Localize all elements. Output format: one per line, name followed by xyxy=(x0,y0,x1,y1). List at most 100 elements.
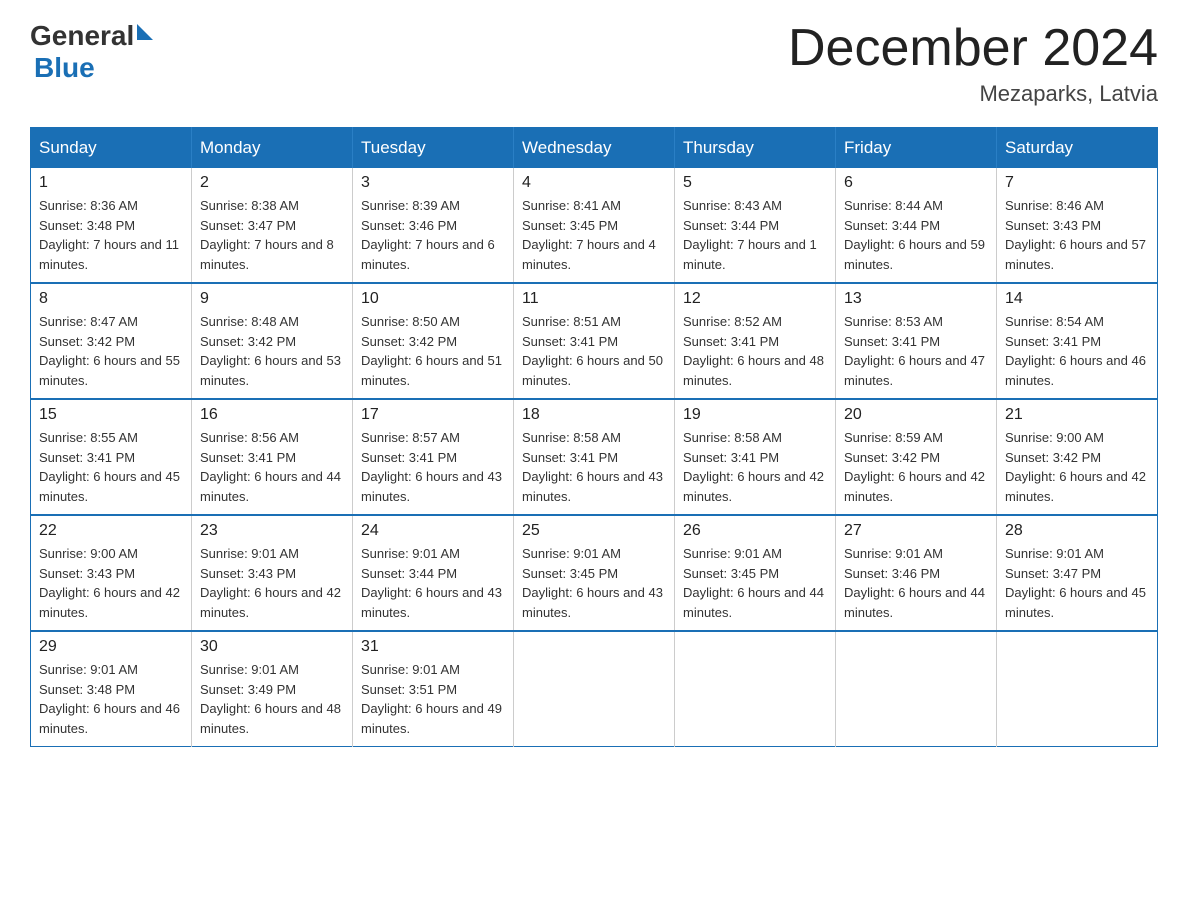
sunrise-label: Sunrise: 8:55 AM xyxy=(39,430,138,445)
daylight-label: Daylight: 6 hours and 44 minutes. xyxy=(200,469,341,504)
table-row: 24 Sunrise: 9:01 AM Sunset: 3:44 PM Dayl… xyxy=(353,515,514,631)
sunset-label: Sunset: 3:48 PM xyxy=(39,682,135,697)
sunrise-label: Sunrise: 9:01 AM xyxy=(844,546,943,561)
sunrise-label: Sunrise: 8:51 AM xyxy=(522,314,621,329)
day-number: 19 xyxy=(683,406,827,424)
col-wednesday: Wednesday xyxy=(514,128,675,169)
day-info: Sunrise: 9:00 AM Sunset: 3:43 PM Dayligh… xyxy=(39,544,183,622)
sunset-label: Sunset: 3:41 PM xyxy=(39,450,135,465)
table-row: 14 Sunrise: 8:54 AM Sunset: 3:41 PM Dayl… xyxy=(997,283,1158,399)
day-number: 5 xyxy=(683,174,827,192)
day-info: Sunrise: 8:50 AM Sunset: 3:42 PM Dayligh… xyxy=(361,312,505,390)
sunset-label: Sunset: 3:41 PM xyxy=(683,334,779,349)
sunset-label: Sunset: 3:41 PM xyxy=(844,334,940,349)
calendar-table: Sunday Monday Tuesday Wednesday Thursday… xyxy=(30,127,1158,747)
day-number: 28 xyxy=(1005,522,1149,540)
day-number: 10 xyxy=(361,290,505,308)
daylight-label: Daylight: 6 hours and 50 minutes. xyxy=(522,353,663,388)
sunset-label: Sunset: 3:42 PM xyxy=(844,450,940,465)
sunset-label: Sunset: 3:47 PM xyxy=(1005,566,1101,581)
sunrise-label: Sunrise: 8:52 AM xyxy=(683,314,782,329)
title-area: December 2024 Mezaparks, Latvia xyxy=(788,20,1158,107)
sunset-label: Sunset: 3:41 PM xyxy=(361,450,457,465)
sunset-label: Sunset: 3:43 PM xyxy=(39,566,135,581)
sunset-label: Sunset: 3:43 PM xyxy=(1005,218,1101,233)
table-row: 22 Sunrise: 9:00 AM Sunset: 3:43 PM Dayl… xyxy=(31,515,192,631)
sunset-label: Sunset: 3:41 PM xyxy=(1005,334,1101,349)
table-row: 1 Sunrise: 8:36 AM Sunset: 3:48 PM Dayli… xyxy=(31,168,192,283)
sunrise-label: Sunrise: 8:53 AM xyxy=(844,314,943,329)
sunrise-label: Sunrise: 8:58 AM xyxy=(683,430,782,445)
day-number: 12 xyxy=(683,290,827,308)
day-info: Sunrise: 8:38 AM Sunset: 3:47 PM Dayligh… xyxy=(200,196,344,274)
table-row: 30 Sunrise: 9:01 AM Sunset: 3:49 PM Dayl… xyxy=(192,631,353,747)
day-info: Sunrise: 8:47 AM Sunset: 3:42 PM Dayligh… xyxy=(39,312,183,390)
daylight-label: Daylight: 7 hours and 8 minutes. xyxy=(200,237,334,272)
day-info: Sunrise: 9:01 AM Sunset: 3:44 PM Dayligh… xyxy=(361,544,505,622)
day-info: Sunrise: 9:01 AM Sunset: 3:47 PM Dayligh… xyxy=(1005,544,1149,622)
day-number: 26 xyxy=(683,522,827,540)
table-row: 10 Sunrise: 8:50 AM Sunset: 3:42 PM Dayl… xyxy=(353,283,514,399)
sunset-label: Sunset: 3:44 PM xyxy=(361,566,457,581)
day-info: Sunrise: 9:01 AM Sunset: 3:51 PM Dayligh… xyxy=(361,660,505,738)
day-info: Sunrise: 8:58 AM Sunset: 3:41 PM Dayligh… xyxy=(522,428,666,506)
sunrise-label: Sunrise: 8:47 AM xyxy=(39,314,138,329)
sunset-label: Sunset: 3:41 PM xyxy=(200,450,296,465)
sunrise-label: Sunrise: 8:44 AM xyxy=(844,198,943,213)
calendar-week-row: 29 Sunrise: 9:01 AM Sunset: 3:48 PM Dayl… xyxy=(31,631,1158,747)
day-number: 23 xyxy=(200,522,344,540)
day-number: 21 xyxy=(1005,406,1149,424)
daylight-label: Daylight: 6 hours and 45 minutes. xyxy=(39,469,180,504)
day-info: Sunrise: 8:46 AM Sunset: 3:43 PM Dayligh… xyxy=(1005,196,1149,274)
sunset-label: Sunset: 3:42 PM xyxy=(39,334,135,349)
daylight-label: Daylight: 6 hours and 43 minutes. xyxy=(522,469,663,504)
sunrise-label: Sunrise: 9:01 AM xyxy=(522,546,621,561)
table-row: 18 Sunrise: 8:58 AM Sunset: 3:41 PM Dayl… xyxy=(514,399,675,515)
table-row: 16 Sunrise: 8:56 AM Sunset: 3:41 PM Dayl… xyxy=(192,399,353,515)
daylight-label: Daylight: 6 hours and 43 minutes. xyxy=(361,469,502,504)
col-friday: Friday xyxy=(836,128,997,169)
daylight-label: Daylight: 7 hours and 1 minute. xyxy=(683,237,817,272)
daylight-label: Daylight: 6 hours and 51 minutes. xyxy=(361,353,502,388)
sunrise-label: Sunrise: 9:01 AM xyxy=(683,546,782,561)
day-info: Sunrise: 8:51 AM Sunset: 3:41 PM Dayligh… xyxy=(522,312,666,390)
day-number: 22 xyxy=(39,522,183,540)
day-info: Sunrise: 8:52 AM Sunset: 3:41 PM Dayligh… xyxy=(683,312,827,390)
day-number: 16 xyxy=(200,406,344,424)
table-row xyxy=(836,631,997,747)
page-header: General Blue December 2024 Mezaparks, La… xyxy=(30,20,1158,107)
day-info: Sunrise: 8:59 AM Sunset: 3:42 PM Dayligh… xyxy=(844,428,988,506)
daylight-label: Daylight: 6 hours and 49 minutes. xyxy=(361,701,502,736)
daylight-label: Daylight: 6 hours and 46 minutes. xyxy=(39,701,180,736)
daylight-label: Daylight: 6 hours and 59 minutes. xyxy=(844,237,985,272)
col-monday: Monday xyxy=(192,128,353,169)
day-number: 15 xyxy=(39,406,183,424)
table-row: 12 Sunrise: 8:52 AM Sunset: 3:41 PM Dayl… xyxy=(675,283,836,399)
day-info: Sunrise: 9:01 AM Sunset: 3:43 PM Dayligh… xyxy=(200,544,344,622)
table-row: 8 Sunrise: 8:47 AM Sunset: 3:42 PM Dayli… xyxy=(31,283,192,399)
table-row xyxy=(514,631,675,747)
table-row: 31 Sunrise: 9:01 AM Sunset: 3:51 PM Dayl… xyxy=(353,631,514,747)
sunrise-label: Sunrise: 8:48 AM xyxy=(200,314,299,329)
sunset-label: Sunset: 3:45 PM xyxy=(683,566,779,581)
sunset-label: Sunset: 3:42 PM xyxy=(361,334,457,349)
sunset-label: Sunset: 3:45 PM xyxy=(522,218,618,233)
day-number: 14 xyxy=(1005,290,1149,308)
daylight-label: Daylight: 6 hours and 57 minutes. xyxy=(1005,237,1146,272)
day-number: 20 xyxy=(844,406,988,424)
logo: General Blue xyxy=(30,20,153,84)
day-info: Sunrise: 8:41 AM Sunset: 3:45 PM Dayligh… xyxy=(522,196,666,274)
sunrise-label: Sunrise: 8:46 AM xyxy=(1005,198,1104,213)
daylight-label: Daylight: 6 hours and 46 minutes. xyxy=(1005,353,1146,388)
sunrise-label: Sunrise: 8:39 AM xyxy=(361,198,460,213)
col-tuesday: Tuesday xyxy=(353,128,514,169)
sunrise-label: Sunrise: 8:57 AM xyxy=(361,430,460,445)
sunset-label: Sunset: 3:47 PM xyxy=(200,218,296,233)
daylight-label: Daylight: 6 hours and 42 minutes. xyxy=(39,585,180,620)
sunrise-label: Sunrise: 8:36 AM xyxy=(39,198,138,213)
day-number: 17 xyxy=(361,406,505,424)
day-number: 7 xyxy=(1005,174,1149,192)
sunset-label: Sunset: 3:45 PM xyxy=(522,566,618,581)
sunset-label: Sunset: 3:41 PM xyxy=(683,450,779,465)
month-title: December 2024 xyxy=(788,20,1158,77)
